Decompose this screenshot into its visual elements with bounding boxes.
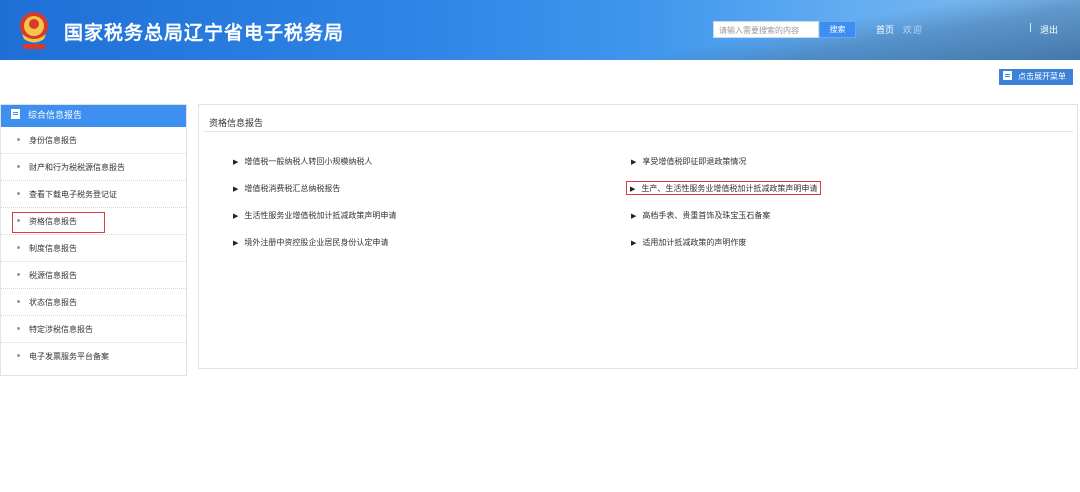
link-vat-refund-status[interactable]: ▶ 享受增值税即征即退政策情况 xyxy=(631,155,746,169)
sidebar-item-label: 电子发票服务平台备案 xyxy=(29,352,109,361)
link-label: 增值税消费税汇总纳税报告 xyxy=(244,184,341,193)
site-title: 国家税务总局辽宁省电子税务局 xyxy=(64,22,345,44)
sidebar: 综合信息报告 身份信息报告 财产和行为税税源信息报告 查看下载电子税务登记证 资… xyxy=(0,104,187,376)
document-icon xyxy=(11,109,20,119)
link-general-to-small-scale[interactable]: ▶ 增值税一般纳税人转回小规模纳税人 xyxy=(233,155,372,169)
link-production-life-service-deduction[interactable]: ▶ 生产、生活性服务业增值税加计抵减政策声明申请 xyxy=(626,181,822,195)
sidebar-item-label: 财产和行为税税源信息报告 xyxy=(29,163,125,172)
sidebar-item-system[interactable]: 制度信息报告 xyxy=(1,235,186,262)
bullet-icon xyxy=(17,327,20,330)
main-panel: 资格信息报告 ▶ 增值税一般纳税人转回小规模纳税人 ▶ 增值税消费税汇总纳税报告 ▶… xyxy=(198,104,1078,369)
sidebar-item-property-tax-source[interactable]: 财产和行为税税源信息报告 xyxy=(1,154,186,181)
link-label: 增值税一般纳税人转回小规模纳税人 xyxy=(244,157,373,166)
sidebar-item-label: 税源信息报告 xyxy=(29,271,77,280)
sidebar-item-label: 状态信息报告 xyxy=(29,298,77,307)
sidebar-item-tax-source[interactable]: 税源信息报告 xyxy=(1,262,186,289)
bullet-icon xyxy=(17,273,20,276)
bullet-triangle-icon: ▶ xyxy=(233,185,239,193)
expand-menu-label: 点击展开菜单 xyxy=(1018,72,1066,81)
bullet-triangle-icon: ▶ xyxy=(630,185,636,193)
bullet-icon xyxy=(17,354,20,357)
header-bar: 国家税务总局辽宁省电子税务局 请输入需要搜索的内容 搜索 首页 欢迎 | 退出 xyxy=(0,0,1080,60)
bullet-triangle-icon: ▶ xyxy=(233,239,239,247)
link-luxury-goods-filing[interactable]: ▶ 高档手表、贵重首饰及珠宝玉石备案 xyxy=(631,209,770,223)
expand-menu-button[interactable]: 点击展开菜单 xyxy=(999,69,1073,85)
sidebar-list: 身份信息报告 财产和行为税税源信息报告 查看下载电子税务登记证 资格信息报告 制… xyxy=(1,127,186,370)
bullet-icon xyxy=(17,219,20,222)
sidebar-item-identity[interactable]: 身份信息报告 xyxy=(1,127,186,154)
link-overseas-resident-identity[interactable]: ▶ 境外注册中资控股企业居民身份认定申请 xyxy=(233,236,388,250)
sidebar-item-qualification[interactable]: 资格信息报告 xyxy=(1,208,186,235)
search-button[interactable]: 搜索 xyxy=(819,21,856,38)
bullet-triangle-icon: ▶ xyxy=(233,212,239,220)
link-life-service-deduction[interactable]: ▶ 生活性服务业增值税加计抵减政策声明申请 xyxy=(233,209,396,223)
link-label: 境外注册中资控股企业居民身份认定申请 xyxy=(244,238,389,247)
link-deduction-declaration-void[interactable]: ▶ 适用加计抵减政策的声明作废 xyxy=(631,236,746,250)
sidebar-item-label: 特定涉税信息报告 xyxy=(29,325,93,334)
sidebar-item-label: 制度信息报告 xyxy=(29,244,77,253)
sidebar-item-status[interactable]: 状态信息报告 xyxy=(1,289,186,316)
sidebar-heading-label: 综合信息报告 xyxy=(28,111,83,121)
sidebar-item-label: 查看下载电子税务登记证 xyxy=(29,190,117,199)
bullet-icon xyxy=(17,300,20,303)
header-separator: | xyxy=(1029,23,1033,33)
search-input[interactable]: 请输入需要搜索的内容 xyxy=(713,21,819,38)
menu-icon xyxy=(1003,71,1012,80)
sidebar-item-label: 身份信息报告 xyxy=(29,136,77,145)
bullet-icon xyxy=(17,165,20,168)
sidebar-item-label: 资格信息报告 xyxy=(29,217,77,226)
bullet-triangle-icon: ▶ xyxy=(631,239,637,247)
link-label: 享受增值税即征即退政策情况 xyxy=(642,157,747,166)
bullet-triangle-icon: ▶ xyxy=(233,158,239,166)
link-vat-consumption-summary[interactable]: ▶ 增值税消费税汇总纳税报告 xyxy=(233,182,340,196)
divider xyxy=(203,131,1073,132)
sidebar-item-download-registration[interactable]: 查看下载电子税务登记证 xyxy=(1,181,186,208)
home-link[interactable]: 首页 xyxy=(876,26,894,36)
bullet-icon xyxy=(17,192,20,195)
link-label: 生活性服务业增值税加计抵减政策声明申请 xyxy=(244,211,397,220)
tax-emblem-icon xyxy=(20,12,48,49)
bullet-icon xyxy=(17,246,20,249)
bullet-triangle-icon: ▶ xyxy=(631,212,637,220)
link-label: 生产、生活性服务业增值税加计抵减政策声明申请 xyxy=(641,184,818,193)
bullet-triangle-icon: ▶ xyxy=(631,158,637,166)
link-label: 高档手表、贵重首饰及珠宝玉石备案 xyxy=(642,211,771,220)
panel-title: 资格信息报告 xyxy=(209,119,264,129)
sidebar-item-specific-tax[interactable]: 特定涉税信息报告 xyxy=(1,316,186,343)
logout-link[interactable]: 退出 xyxy=(1040,23,1058,36)
sidebar-heading[interactable]: 综合信息报告 xyxy=(1,105,186,127)
link-label: 适用加计抵减政策的声明作废 xyxy=(642,238,747,247)
sidebar-item-e-invoice-filing[interactable]: 电子发票服务平台备案 xyxy=(1,343,186,370)
bullet-icon xyxy=(17,138,20,141)
welcome-text: 欢迎 xyxy=(902,26,923,36)
top-links: 首页 欢迎 xyxy=(876,23,929,36)
